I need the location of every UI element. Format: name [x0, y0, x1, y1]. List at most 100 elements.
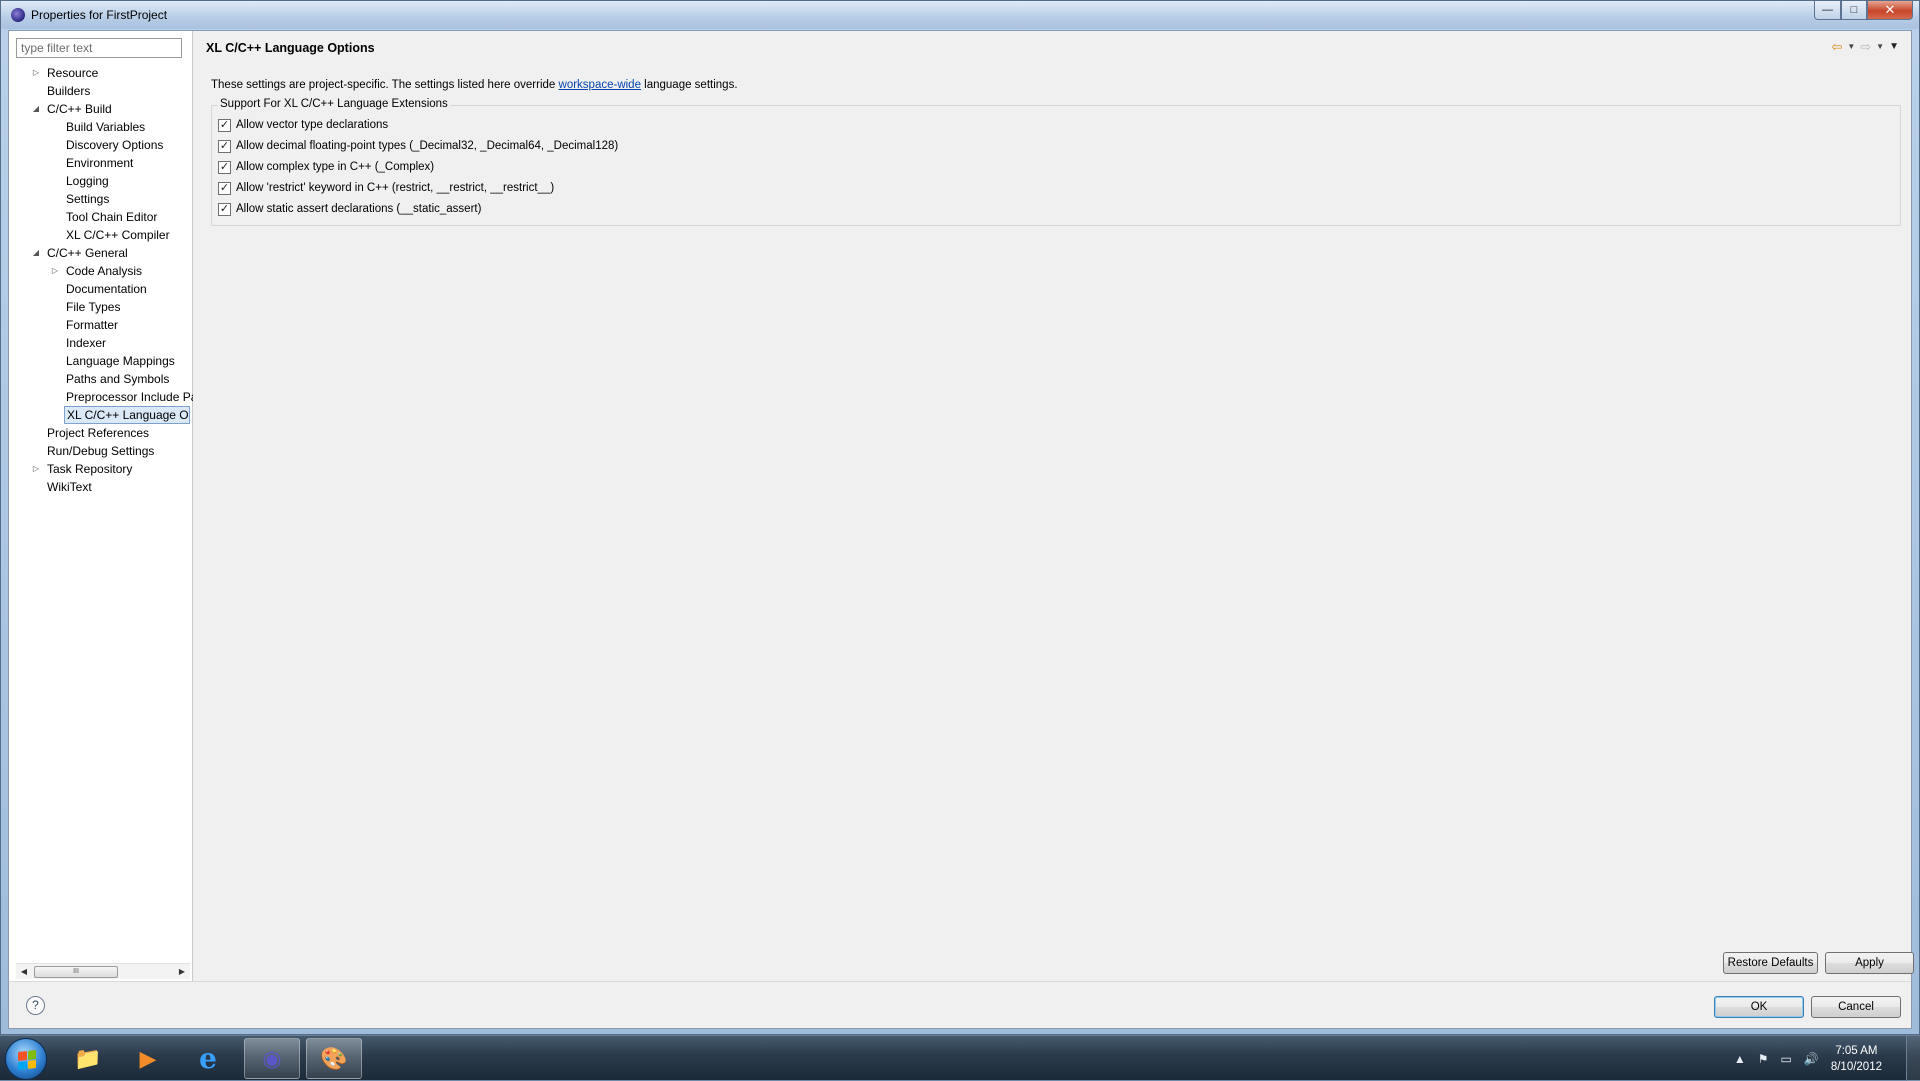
eclipse-taskbar-button[interactable]: ◉ [244, 1038, 300, 1079]
language-extensions-group: Support For XL C/C++ Language Extensions… [211, 98, 1901, 226]
preference-tree-pane: ▷ Resource Builders ◢ C/C++ Build Build Varia… [9, 31, 193, 981]
option-checkbox-row[interactable]: ✓ Allow vector type declarations [218, 117, 388, 133]
preference-tree: ▷ Resource Builders ◢ C/C++ Build Build Varia… [9, 64, 193, 496]
system-tray: ▲ ⚑ ▭ 🔊 7:05 AM 8/10/2012 [1734, 1036, 1882, 1081]
title-bar[interactable]: Properties for FirstProject — □ ✕ [1, 1, 1919, 29]
show-hidden-icons-icon[interactable]: ▲ [1734, 1052, 1746, 1066]
tree-item[interactable]: WikiText [9, 478, 193, 496]
tree-item[interactable]: Builders [9, 82, 193, 100]
filter-input[interactable] [16, 38, 182, 58]
dialog-button-bar: ? OK Cancel [9, 981, 1911, 1028]
page-navigation: ⇦ ▼ ⇨ ▼ ▼ [1831, 40, 1899, 54]
tree-item-label: Project References [47, 426, 150, 440]
tree-item-label: Environment [66, 156, 134, 170]
workspace-wide-link[interactable]: workspace-wide [559, 79, 641, 91]
checkbox[interactable]: ✓ [218, 181, 231, 195]
tree-item-label: File Types [66, 300, 121, 314]
eclipse-icon [11, 8, 25, 22]
tree-item[interactable]: Documentation [9, 280, 193, 298]
tree-item[interactable]: ▷ Code Analysis [9, 262, 193, 280]
media-player-taskbar-button[interactable]: ▶ [120, 1038, 176, 1079]
tree-item-label: C/C++ Build [47, 102, 112, 116]
checkbox[interactable]: ✓ [218, 139, 231, 153]
tree-item[interactable]: ◢ C/C++ General [9, 244, 193, 262]
tree-item-label: Indexer [66, 336, 107, 350]
window-title: Properties for FirstProject [31, 8, 168, 22]
option-checkbox-row[interactable]: ✓ Allow decimal floating-point types (_De… [218, 138, 618, 154]
collapse-icon[interactable]: ◢ [31, 100, 41, 118]
tree-item[interactable]: Run/Debug Settings [9, 442, 193, 460]
help-icon[interactable]: ? [26, 996, 45, 1015]
tree-item[interactable]: Paths and Symbols [9, 370, 193, 388]
windows-logo-icon [18, 1050, 36, 1070]
tree-item[interactable]: Project References [9, 424, 193, 442]
back-dropdown-icon[interactable]: ▼ [1847, 40, 1855, 54]
paint-taskbar-button[interactable]: 🎨 [306, 1038, 362, 1079]
dialog-client-area: ▷ Resource Builders ◢ C/C++ Build Build Varia… [8, 30, 1914, 1029]
tree-item[interactable]: File Types [9, 298, 193, 316]
tree-item[interactable]: XL C/C++ Compiler [9, 226, 193, 244]
tree-item-label: XL C/C++ Compiler [66, 228, 170, 242]
tree-item[interactable]: Build Variables [9, 118, 193, 136]
view-menu-icon[interactable]: ▼ [1889, 40, 1899, 54]
tree-item[interactable]: ▷ Task Repository [9, 460, 193, 478]
cancel-button[interactable]: Cancel [1811, 996, 1901, 1018]
checkbox[interactable]: ✓ [218, 118, 231, 132]
tree-horizontal-scrollbar[interactable]: ◀ III ▶ [16, 963, 190, 979]
collapse-icon[interactable]: ◢ [31, 244, 41, 262]
tree-item[interactable]: ▷ Resource [9, 64, 193, 82]
tree-item[interactable]: Language Mappings [9, 352, 193, 370]
option-checkbox-row[interactable]: ✓ Allow complex type in C++ (_Complex) [218, 159, 434, 175]
action-center-flag-icon[interactable]: ⚑ [1758, 1052, 1769, 1066]
back-arrow-icon[interactable]: ⇦ [1831, 40, 1842, 54]
restore-defaults-button[interactable]: Restore Defaults [1723, 952, 1818, 974]
tree-item[interactable]: Preprocessor Include Pa [9, 388, 193, 406]
clock[interactable]: 7:05 AM 8/10/2012 [1831, 1043, 1882, 1075]
apply-button[interactable]: Apply [1825, 952, 1914, 974]
close-button[interactable]: ✕ [1867, 1, 1913, 20]
start-button[interactable] [5, 1038, 47, 1080]
scroll-left-icon[interactable]: ◀ [16, 964, 32, 980]
tree-item-label: Settings [66, 192, 110, 206]
ok-button[interactable]: OK [1714, 996, 1804, 1018]
internet-explorer-taskbar-button[interactable]: e [180, 1038, 236, 1079]
volume-icon[interactable]: 🔊 [1804, 1052, 1819, 1066]
expand-icon[interactable]: ▷ [31, 64, 41, 82]
tree-item[interactable]: Environment [9, 154, 193, 172]
expand-icon[interactable]: ▷ [31, 460, 41, 478]
tree-item-label: Discovery Options [66, 138, 164, 152]
scroll-right-icon[interactable]: ▶ [174, 964, 190, 980]
option-label: Allow static assert declarations (__stat… [236, 203, 482, 215]
tree-item[interactable]: Settings [9, 190, 193, 208]
forward-dropdown-icon[interactable]: ▼ [1876, 40, 1884, 54]
tree-item[interactable]: Discovery Options [9, 136, 193, 154]
paint-icon: 🎨 [320, 1045, 348, 1071]
file-explorer-taskbar-button[interactable]: 📁 [60, 1038, 116, 1079]
tree-item[interactable]: XL C/C++ Language Op [9, 406, 193, 424]
tree-item[interactable]: ◢ C/C++ Build [9, 100, 193, 118]
expand-icon[interactable]: ▷ [50, 262, 60, 280]
tree-item[interactable]: Logging [9, 172, 193, 190]
checkbox[interactable]: ✓ [218, 202, 231, 216]
show-desktop-button[interactable] [1906, 1036, 1920, 1081]
maximize-button[interactable]: □ [1841, 1, 1867, 20]
tree-item-label: Builders [47, 84, 91, 98]
tree-item[interactable]: Formatter [9, 316, 193, 334]
tree-item[interactable]: Tool Chain Editor [9, 208, 193, 226]
network-icon[interactable]: ▭ [1781, 1052, 1792, 1066]
tree-item[interactable]: Indexer [9, 334, 193, 352]
description-text-end: language settings. [640, 79, 738, 91]
scroll-thumb[interactable]: III [34, 966, 118, 978]
option-checkbox-row[interactable]: ✓ Allow static assert declarations (__sta… [218, 201, 481, 217]
option-checkbox-row[interactable]: ✓ Allow 'restrict' keyword in C++ (restri… [218, 180, 554, 196]
minimize-button[interactable]: — [1814, 1, 1841, 20]
option-label: Allow vector type declarations [236, 119, 389, 131]
tree-item-label: Formatter [66, 318, 119, 332]
taskbar: 📁 ▶ e ◉ 🎨 ▲ ⚑ ▭ 🔊 7:05 AM 8/10/2012 [0, 1035, 1920, 1081]
forward-arrow-icon[interactable]: ⇨ [1860, 40, 1871, 54]
checkbox[interactable]: ✓ [218, 160, 231, 174]
